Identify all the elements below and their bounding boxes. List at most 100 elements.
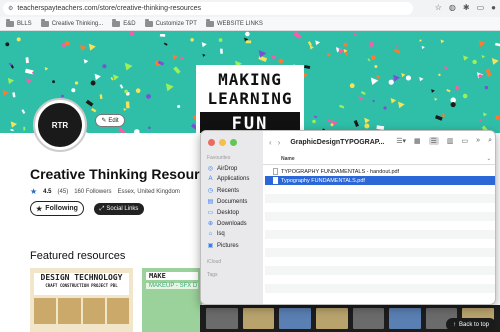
arrow-up-icon: ↑ xyxy=(452,321,456,328)
zoom-button[interactable] xyxy=(230,139,237,146)
confetti-shape xyxy=(94,73,101,81)
confetti-shape xyxy=(440,39,445,44)
back-to-top-button[interactable]: ↑ Back to top xyxy=(446,318,496,331)
card-subtitle: CRAFT CONSTRUCTION PROJECT PBL xyxy=(45,283,118,288)
search-icon[interactable]: ⌕ xyxy=(488,137,492,145)
bookmark-blls[interactable]: BLLS xyxy=(6,18,32,27)
store-avatar[interactable]: RTR xyxy=(33,98,87,152)
bookmark-website-links[interactable]: WEBSITE LINKS xyxy=(205,18,263,27)
confetti-shape xyxy=(313,115,318,118)
clock-icon: ◷ xyxy=(207,188,214,194)
sidebar-item-pictures[interactable]: ▣ Pictures xyxy=(207,242,239,250)
bookmark-label: Customize TPT xyxy=(155,20,197,27)
back-arrow-icon[interactable]: ‹ xyxy=(269,138,272,147)
confetti-shape xyxy=(118,127,126,133)
gallery-view-icon[interactable]: ▭ xyxy=(462,137,469,145)
confetti-shape xyxy=(148,126,151,130)
bookmark-star-icon[interactable]: ☆ xyxy=(435,3,442,12)
confetti-shape xyxy=(25,57,29,64)
confetti-shape xyxy=(180,56,184,61)
site-info-icon[interactable]: ⚙ xyxy=(8,5,13,12)
minimize-button[interactable] xyxy=(219,139,226,146)
confetti-shape xyxy=(83,59,89,64)
sidebar-label: Desktop xyxy=(217,209,240,216)
forward-arrow-icon[interactable]: › xyxy=(278,138,281,147)
edit-label: Edit xyxy=(108,117,119,124)
sidebar-section-icloud: iCloud xyxy=(207,259,222,265)
confetti-shape xyxy=(245,31,250,37)
sidebar-item-desktop[interactable]: ▭ Desktop xyxy=(207,209,240,217)
group-icon[interactable]: ☰▾ xyxy=(396,137,406,145)
confetti-shape xyxy=(419,76,424,82)
file-row[interactable]: TYPOGRAPHY FUNDAMENTALS - handout.pdf xyxy=(265,167,495,176)
confetti-shape xyxy=(80,44,87,51)
rating-value: 4.5 xyxy=(43,188,52,195)
edit-button[interactable]: ✎ Edit xyxy=(95,114,125,127)
puzzle-icon[interactable]: ✱ xyxy=(463,3,470,12)
resource-card-makeup[interactable]: MAKE MAKEUP - SFX D xyxy=(142,268,202,332)
confetti-shape xyxy=(383,106,387,110)
window-icon[interactable]: ▭ xyxy=(477,3,485,12)
confetti-shape xyxy=(338,48,345,54)
confetti-shape xyxy=(353,32,358,36)
confetti-shape xyxy=(315,40,321,46)
bookmark-label: WEBSITE LINKS xyxy=(216,20,263,27)
resource-card-design-technology[interactable]: DESIGN TECHNOLOGY CRAFT CONSTRUCTION PRO… xyxy=(30,268,133,332)
sidebar-label: Pictures xyxy=(217,242,239,249)
star-icon: ★ xyxy=(30,187,38,196)
applications-icon: A xyxy=(208,176,213,182)
sidebar-item-airdrop[interactable]: ◎ AirDrop xyxy=(207,165,237,173)
bookmark-label: E&D xyxy=(123,20,136,27)
sidebar-item-recents[interactable]: ◷ Recents xyxy=(207,187,239,195)
confetti-shape xyxy=(24,68,34,75)
bookmark-ed[interactable]: E&D xyxy=(112,18,136,27)
name-column-header[interactable]: Name ⌄ xyxy=(263,153,495,165)
list-view-icon[interactable]: ☰ xyxy=(428,137,439,145)
confetti-shape xyxy=(438,73,441,77)
store-meta: ★ 4.5 (45) 160 Followers Essex, United K… xyxy=(30,187,180,196)
sidebar-item-documents[interactable]: ▤ Documents xyxy=(207,198,248,206)
sidebar-section-favourites: Favourites xyxy=(207,155,231,161)
confetti-shape xyxy=(369,42,374,47)
confetti-shape xyxy=(395,44,399,47)
review-count[interactable]: (45) xyxy=(58,189,69,195)
avatar-logo: RTR xyxy=(38,103,82,147)
confetti-shape xyxy=(307,41,313,47)
confetti-shape xyxy=(190,38,194,42)
confetti-shape xyxy=(202,53,206,57)
file-row-selected[interactable]: Typography FUNDAMENTALS.pdf xyxy=(265,176,495,185)
confetti-shape xyxy=(26,78,32,84)
confetti-shape xyxy=(401,73,406,78)
address-bar[interactable]: ⚙ teacherspayteachers.com/store/creative… xyxy=(3,2,413,15)
sidebar-item-applications[interactable]: A Applications xyxy=(207,176,249,182)
confetti-shape xyxy=(339,104,345,109)
desktop-icon: ▭ xyxy=(207,210,214,216)
profile-icon[interactable]: ● xyxy=(491,3,496,12)
bookmark-creative-thinking[interactable]: Creative Thinking... xyxy=(40,18,103,27)
column-view-icon[interactable]: ▥ xyxy=(447,137,454,145)
confetti-shape xyxy=(374,65,378,69)
icon-view-icon[interactable]: ▦ xyxy=(414,137,421,145)
confetti-shape xyxy=(370,77,379,86)
confetti-shape xyxy=(258,55,268,62)
confetti-shape xyxy=(364,117,370,124)
following-button[interactable]: ★ Following xyxy=(30,201,84,216)
sidebar-item-lsq[interactable]: ⌂ lsq xyxy=(207,231,225,237)
airdrop-icon: ◎ xyxy=(207,166,214,172)
empty-row xyxy=(265,284,495,293)
card-title: MAKE xyxy=(146,272,198,280)
social-links-button[interactable]: ⤢ Social Links xyxy=(94,203,144,215)
confetti-shape xyxy=(446,88,451,93)
confetti-shape xyxy=(23,126,26,131)
finder-window[interactable]: Favourites ◎ AirDrop A Applications ◷ Recen… xyxy=(200,130,496,305)
confetti-shape xyxy=(125,101,130,109)
extension-icon[interactable]: ◍ xyxy=(449,3,456,12)
confetti-shape xyxy=(482,112,488,117)
confetti-shape xyxy=(405,75,412,81)
more-icon[interactable]: » xyxy=(476,137,480,145)
confetti-shape xyxy=(367,58,371,62)
bookmark-customize-tpt[interactable]: Customize TPT xyxy=(144,18,197,27)
confetti-shape xyxy=(219,48,223,54)
close-button[interactable] xyxy=(208,139,215,146)
sidebar-item-downloads[interactable]: ⊕ Downloads xyxy=(207,220,247,228)
